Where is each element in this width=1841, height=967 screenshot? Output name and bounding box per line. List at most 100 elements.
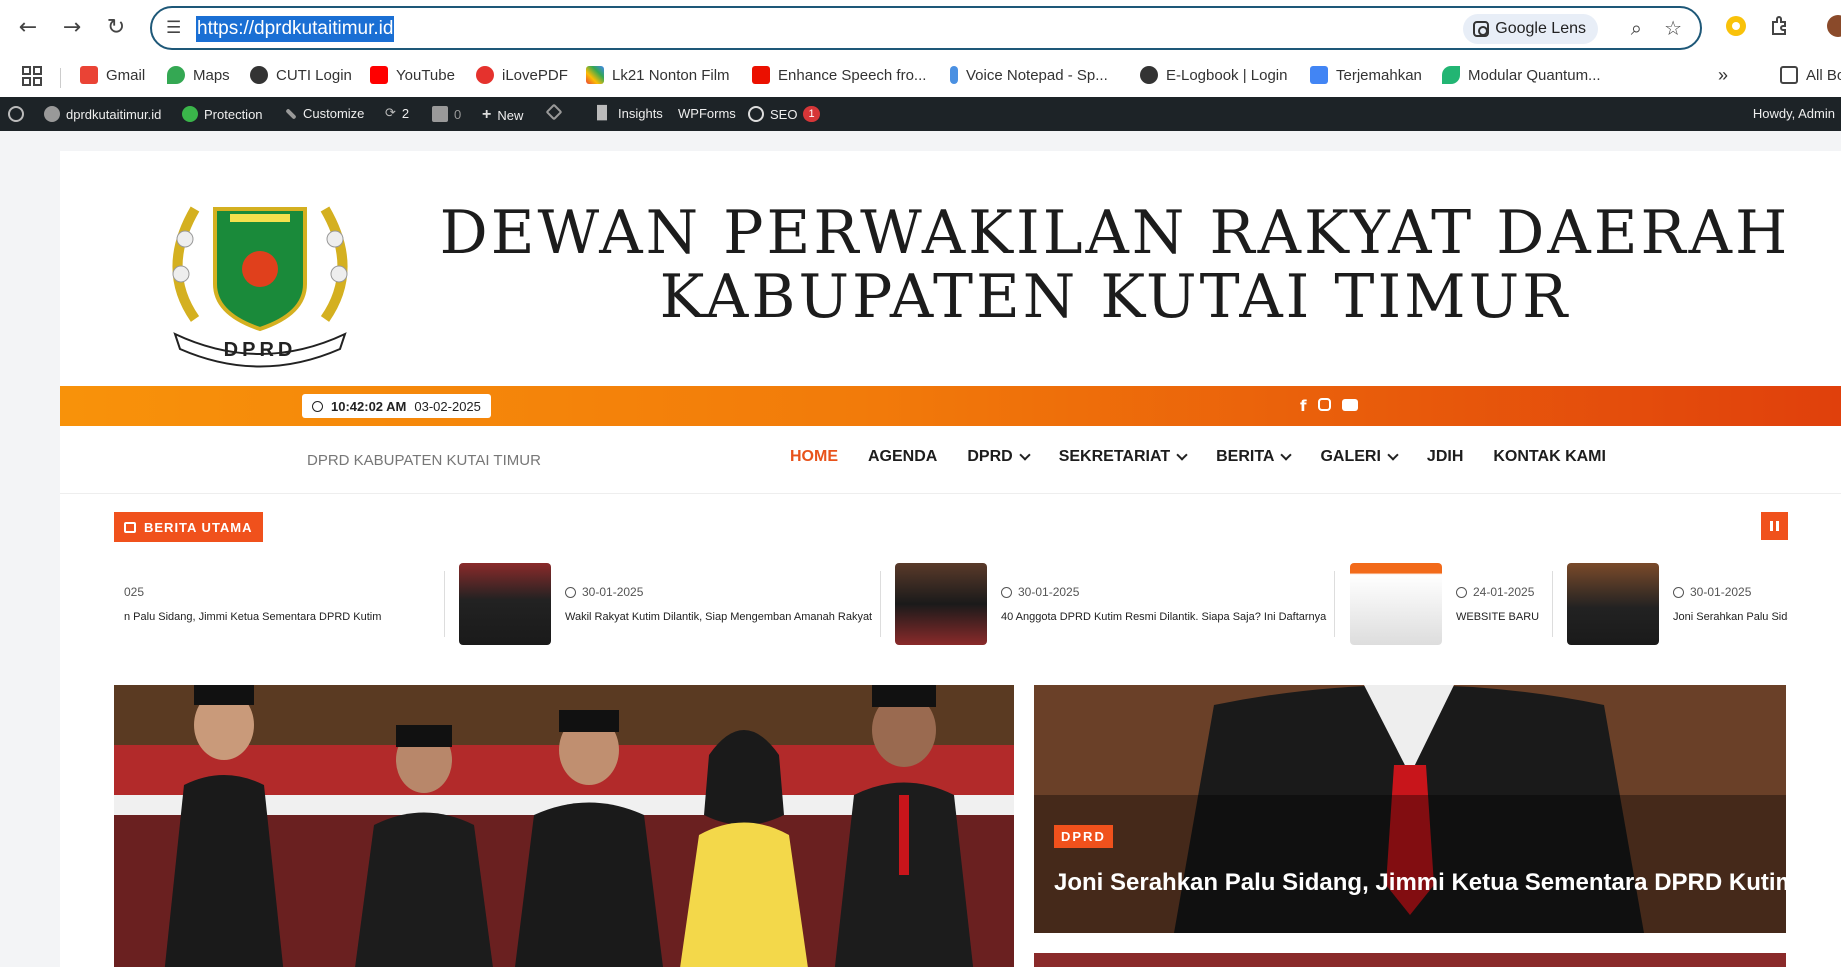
url-text[interactable]: https://dprdkutaitimur.id — [196, 16, 395, 42]
reload-icon[interactable]: ↻ — [100, 11, 132, 43]
ticker-date: 025 — [124, 585, 145, 599]
lens-icon — [1473, 21, 1490, 37]
bookmark-youtube[interactable]: YouTube — [370, 64, 455, 86]
nav-kontak-kami[interactable]: KONTAK KAMI — [1493, 448, 1606, 466]
newspaper-icon — [124, 521, 136, 533]
apps-grid-icon[interactable] — [22, 66, 42, 86]
news-ticker: 025 n Palu Sidang, Jimmi Ketua Sementara… — [114, 563, 1788, 645]
folder-icon — [1780, 66, 1798, 84]
bookmarks-bar: Gmail Maps CUTI Login YouTube iLovePDF L… — [0, 54, 1841, 96]
bookmark-cuti-login[interactable]: CUTI Login — [250, 64, 352, 86]
nav-dprd[interactable]: DPRD — [967, 448, 1031, 466]
wp-admin-bar: dprdkutaitimur.id Protection Customize ⟳… — [0, 97, 1841, 131]
clock-icon — [1001, 586, 1012, 598]
site-info-icon[interactable]: ☰ — [166, 18, 181, 38]
featured-card[interactable]: DPRD Joni Serahkan Palu Sidang, Jimmi Ke… — [1034, 685, 1786, 933]
bookmark-ilovepdf[interactable]: iLovePDF — [476, 64, 568, 86]
translate-icon — [1310, 66, 1328, 84]
chevron-down-icon — [1387, 449, 1399, 461]
secondary-card[interactable] — [1034, 953, 1786, 967]
ticker-item[interactable]: 24-01-2025 WEBSITE BARU — [1350, 563, 1539, 645]
ticker-divider — [1552, 571, 1553, 637]
zoom-icon[interactable]: ⌕ — [1631, 16, 1642, 40]
wp-protection[interactable]: Protection — [182, 106, 263, 122]
ticker-title: Joni Serahkan Palu Sidang, Jimm — [1673, 611, 1788, 623]
nav-sekretariat[interactable]: SEKRETARIAT — [1059, 448, 1188, 466]
bookmark-terjemahkan[interactable]: Terjemahkan — [1310, 64, 1422, 86]
ticker-thumbnail — [895, 563, 987, 645]
bookmark-enhance-speech[interactable]: Enhance Speech fro... — [752, 64, 926, 86]
plus-icon: + — [482, 106, 492, 123]
featured-title[interactable]: Joni Serahkan Palu Sidang, Jimmi Ketua S… — [1054, 869, 1786, 897]
facebook-icon[interactable]: f — [1300, 397, 1307, 415]
globe-icon — [250, 66, 268, 84]
ticker-divider — [1334, 571, 1335, 637]
extensions-puzzle-icon[interactable] — [1768, 14, 1792, 38]
wp-wpforms[interactable]: WPForms — [678, 106, 736, 121]
bookmarks-more-button[interactable]: » — [1718, 64, 1728, 86]
address-bar[interactable]: ☰ https://dprdkutaitimur.id Google Lens … — [150, 6, 1702, 50]
nav-berita[interactable]: BERITA — [1216, 448, 1293, 466]
globe-icon — [1140, 66, 1158, 84]
category-badge[interactable]: DPRD — [1054, 825, 1113, 848]
nav-galeri[interactable]: GALERI — [1320, 448, 1399, 466]
all-bookmarks[interactable]: All Bo — [1780, 64, 1841, 86]
wp-diamond[interactable] — [545, 103, 563, 121]
lens-label: Google Lens — [1495, 20, 1586, 37]
ticker-title: n Palu Sidang, Jimmi Ketua Sementara DPR… — [124, 611, 382, 623]
bookmark-maps[interactable]: Maps — [167, 64, 230, 86]
site-tagline: DPRD KABUPATEN KUTAI TIMUR — [307, 452, 541, 469]
wp-insights[interactable]: ▐▌ Insights — [592, 106, 663, 121]
bar-chart-icon: ▐▌ — [592, 106, 612, 121]
ceremony-photo — [114, 685, 1014, 967]
ticker-title: WEBSITE BARU — [1456, 611, 1540, 623]
chevron-down-icon — [1280, 449, 1293, 461]
ticker-pause-button[interactable] — [1761, 512, 1788, 540]
site-title-line1: DEWAN PERWAKILAN RAKYAT DAERAH — [439, 198, 1791, 268]
ticker-divider — [880, 571, 881, 637]
wp-new[interactable]: + New — [482, 106, 523, 124]
bookmark-modular-quantum[interactable]: Modular Quantum... — [1442, 64, 1601, 86]
ticker-item[interactable]: 30-01-2025 Joni Serahkan Palu Sidang, Ji… — [1567, 563, 1788, 645]
clock-icon — [312, 400, 323, 412]
bookmark-gmail[interactable]: Gmail — [80, 64, 145, 86]
wp-updates[interactable]: ⟳ 2 — [385, 106, 409, 121]
ticker-item[interactable]: 025 n Palu Sidang, Jimmi Ketua Sementara… — [124, 563, 381, 645]
profile-avatar[interactable] — [1826, 14, 1841, 38]
nav-jdih[interactable]: JDIH — [1427, 448, 1463, 466]
wp-howdy[interactable]: Howdy, Admin — [1753, 106, 1835, 121]
clock-icon — [1456, 586, 1467, 598]
featured-image-large[interactable] — [114, 685, 1014, 967]
ticker-item[interactable]: 30-01-2025 40 Anggota DPRD Kutim Resmi D… — [895, 563, 1326, 645]
back-icon[interactable]: ← — [12, 11, 44, 43]
nav-home[interactable]: HOME — [790, 448, 838, 466]
top-info-bar: 10:42:02 AM 03-02-2025 f — [60, 386, 1841, 426]
instagram-icon[interactable] — [1318, 398, 1331, 411]
wp-site-link[interactable]: dprdkutaitimur.id — [44, 106, 161, 122]
main-navigation: DPRD KABUPATEN KUTAI TIMUR HOME AGENDA D… — [60, 426, 1841, 494]
wp-customize[interactable]: Customize — [285, 106, 364, 121]
bookmark-voice-notepad[interactable]: Voice Notepad - Sp... — [950, 64, 1108, 86]
wordpress-logo-icon[interactable] — [8, 106, 24, 122]
pinwheel-icon — [586, 66, 604, 84]
youtube-social-icon[interactable] — [1342, 399, 1358, 411]
ticker-date: 30-01-2025 — [1001, 585, 1326, 599]
ticker-divider — [444, 571, 445, 637]
ticker-item[interactable]: 30-01-2025 Wakil Rakyat Kutim Dilantik, … — [459, 563, 872, 645]
bookmark-lk21[interactable]: Lk21 Nonton Film — [586, 64, 730, 86]
wp-comments[interactable]: 0 — [432, 106, 461, 122]
adobe-icon — [752, 66, 770, 84]
extension-icon[interactable] — [1724, 14, 1748, 38]
ticker-title: Wakil Rakyat Kutim Dilantik, Siap Mengem… — [565, 611, 873, 623]
dprd-logo-icon[interactable]: DPRD — [155, 169, 365, 369]
ticker-date: 30-01-2025 — [1673, 585, 1788, 599]
site-header: DPRD DEWAN PERWAKILAN RAKYAT DAERAH KABU… — [60, 151, 1841, 386]
wp-seo[interactable]: SEO 1 — [748, 106, 820, 122]
nav-agenda[interactable]: AGENDA — [868, 448, 937, 466]
updates-icon: ⟳ — [385, 106, 396, 121]
leaf-icon — [1442, 66, 1460, 84]
forward-icon[interactable]: → — [56, 11, 88, 43]
bookmark-star-icon[interactable]: ☆ — [1664, 16, 1682, 40]
google-lens-button[interactable]: Google Lens — [1463, 14, 1598, 44]
bookmark-elogbook[interactable]: E-Logbook | Login — [1140, 64, 1288, 86]
